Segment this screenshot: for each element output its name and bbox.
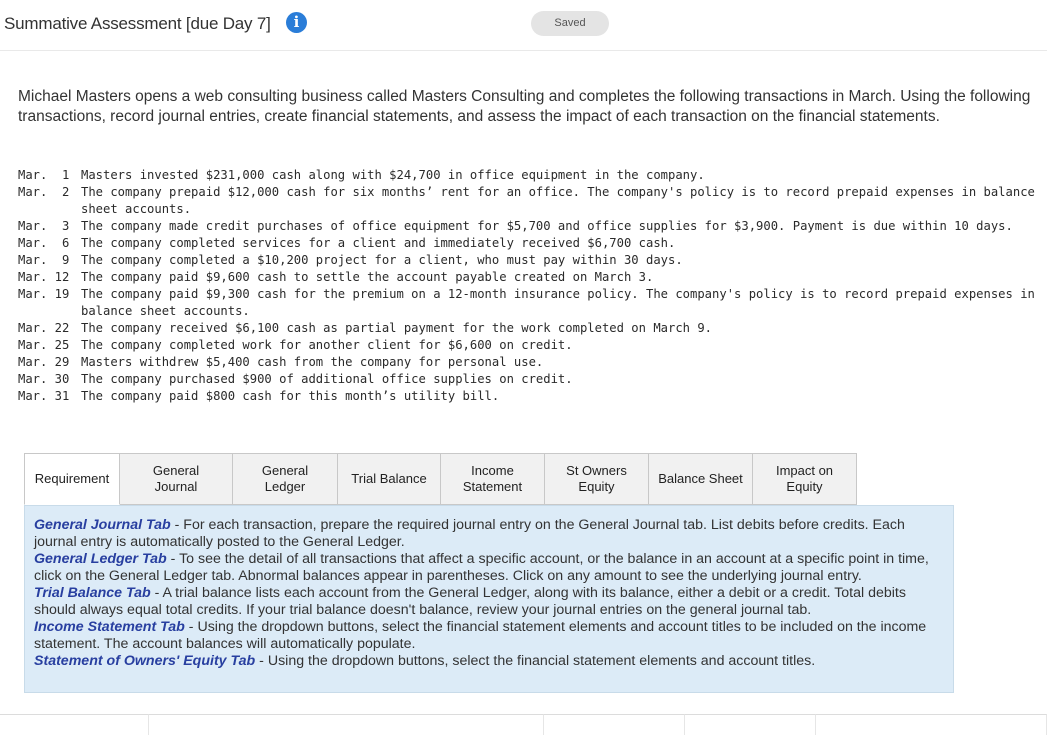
bottom-strip-cell — [685, 714, 816, 735]
transaction-row: Mar. 22 The company received $6,100 cash … — [18, 320, 1045, 337]
page-title: Summative Assessment [due Day 7] — [4, 14, 271, 33]
tab-label-line: Impact on — [775, 463, 834, 478]
transaction-date: Mar. 22 — [18, 321, 70, 335]
transaction-date: Mar. 19 — [18, 287, 70, 301]
transaction-text: The company paid $9,600 cash to settle t… — [81, 270, 654, 284]
bottom-strip-cell — [815, 714, 1047, 735]
transaction-date: Mar. 30 — [18, 372, 70, 386]
info-icon[interactable]: i — [286, 12, 307, 33]
transaction-list: Mar. 1 Masters invested $231,000 cash alo… — [18, 167, 1045, 405]
transaction-text: The company paid $800 cash for this mont… — [81, 389, 500, 403]
tab-label-line: Trial Balance — [351, 471, 427, 486]
transaction-row: Mar. 3 The company made credit purchases … — [18, 218, 1045, 235]
tab-label-line: Requirement — [34, 471, 110, 486]
transaction-text: Masters invested $231,000 cash along wit… — [81, 168, 705, 182]
transaction-row: Mar. 9 The company completed a $10,200 pr… — [18, 252, 1045, 269]
tab-label: Income Statement — [463, 463, 522, 495]
tab-balance-sheet[interactable]: Balance Sheet — [649, 453, 753, 505]
tab-label-line: General — [261, 463, 309, 478]
transaction-row: Mar. 2 The company prepaid $12,000 cash f… — [18, 184, 1045, 218]
transaction-row: Mar. 29 Masters withdrew $5,400 cash from… — [18, 354, 1045, 371]
transaction-date: Mar. 2 — [18, 185, 70, 199]
requirement-panel: General Journal Tab - For each transacti… — [24, 505, 954, 693]
tab-label: Requirement — [35, 471, 109, 487]
requirement-text: General Journal Tab - For each transacti… — [25, 506, 953, 670]
transaction-date: Mar. 9 — [18, 253, 70, 267]
transaction-date: Mar. 12 — [18, 270, 70, 284]
saved-status-badge: Saved — [531, 11, 609, 36]
tab-label-line: Equity — [578, 479, 615, 494]
transaction-row: Mar. 12 The company paid $9,600 cash to s… — [18, 269, 1045, 286]
transaction-date: Mar. 3 — [18, 219, 70, 233]
tab-label-line: General — [152, 463, 200, 478]
panel-item-title: Statement of Owners' Equity Tab — [34, 653, 256, 669]
tab-bar: Requirement General Journal General Ledger… — [24, 453, 857, 505]
transaction-row: Mar. 25 The company completed work for an… — [18, 337, 1045, 354]
bottom-strip-cell — [148, 714, 545, 735]
transaction-date: Mar. 31 — [18, 389, 70, 403]
panel-item-text: - To see the detail of all transactions … — [34, 551, 929, 584]
tab-label-line: Statement — [462, 479, 523, 494]
tab-general-journal[interactable]: General Journal — [120, 453, 233, 505]
transaction-text: The company received $6,100 cash as part… — [81, 321, 713, 335]
transaction-date: Mar. 1 — [18, 168, 70, 182]
transaction-row: Mar. 31 The company paid $800 cash for th… — [18, 388, 1045, 405]
tab-label-line: St Owners — [566, 463, 627, 478]
transaction-date: Mar. 6 — [18, 236, 70, 250]
tab-label: General Ledger — [262, 463, 308, 495]
transaction-text: The company purchased $900 of additional… — [81, 372, 573, 386]
tab-impact-on-equity[interactable]: Impact on Equity — [753, 453, 857, 505]
transaction-text: Masters withdrew $5,400 cash from the co… — [81, 355, 544, 369]
tab-label: Balance Sheet — [658, 471, 743, 487]
tab-general-ledger[interactable]: General Ledger — [233, 453, 338, 505]
tab-label-line: Income — [471, 463, 514, 478]
panel-item-text: - A trial balance lists each account fro… — [34, 585, 906, 618]
tab-label: Trial Balance — [351, 471, 426, 487]
transaction-text: The company prepaid $12,000 cash for six… — [81, 185, 1035, 216]
tab-st-owners-equity[interactable]: St Owners Equity — [545, 453, 649, 505]
problem-intro: Michael Masters opens a web consulting b… — [18, 88, 1031, 125]
transaction-row: Mar. 19 The company paid $9,300 cash for … — [18, 286, 1045, 320]
transaction-row: Mar. 6 The company completed services for… — [18, 235, 1045, 252]
tab-income-statement[interactable]: Income Statement — [441, 453, 545, 505]
panel-item-title: Income Statement Tab — [34, 619, 185, 635]
bottom-strip-cell — [544, 714, 686, 735]
panel-item-title: General Ledger Tab — [34, 551, 167, 567]
tab-trial-balance[interactable]: Trial Balance — [338, 453, 441, 505]
transaction-text: The company completed services for a cli… — [81, 236, 676, 250]
tab-label-line: Journal — [154, 479, 198, 494]
tab-requirement[interactable]: Requirement — [24, 453, 120, 505]
bottom-strip-cell — [0, 714, 149, 735]
transaction-date: Mar. 25 — [18, 338, 70, 352]
bottom-tab-strip — [0, 714, 1047, 735]
tab-label: St Owners Equity — [566, 463, 627, 495]
panel-item-text: - Using the dropdown buttons, select the… — [255, 653, 816, 669]
transaction-row: Mar. 30 The company purchased $900 of add… — [18, 371, 1045, 388]
tab-label-line: Balance Sheet — [658, 471, 743, 486]
transaction-row: Mar. 1 Masters invested $231,000 cash alo… — [18, 167, 1045, 184]
assessment-header: Summative Assessment [due Day 7] i Saved — [0, 0, 1047, 51]
transaction-text: The company made credit purchases of off… — [81, 219, 1013, 233]
transaction-date: Mar. 29 — [18, 355, 70, 369]
transaction-text: The company completed a $10,200 project … — [81, 253, 683, 267]
panel-item-title: General Journal Tab — [34, 517, 171, 533]
tab-label: General Journal — [153, 463, 199, 495]
transaction-text: The company paid $9,300 cash for the pre… — [81, 287, 1035, 318]
tab-label-line: Ledger — [264, 479, 306, 494]
panel-item-title: Trial Balance Tab — [34, 585, 151, 601]
tab-label: Impact on Equity — [776, 463, 833, 495]
transaction-text: The company completed work for another c… — [81, 338, 573, 352]
tab-label-line: Equity — [786, 479, 823, 494]
